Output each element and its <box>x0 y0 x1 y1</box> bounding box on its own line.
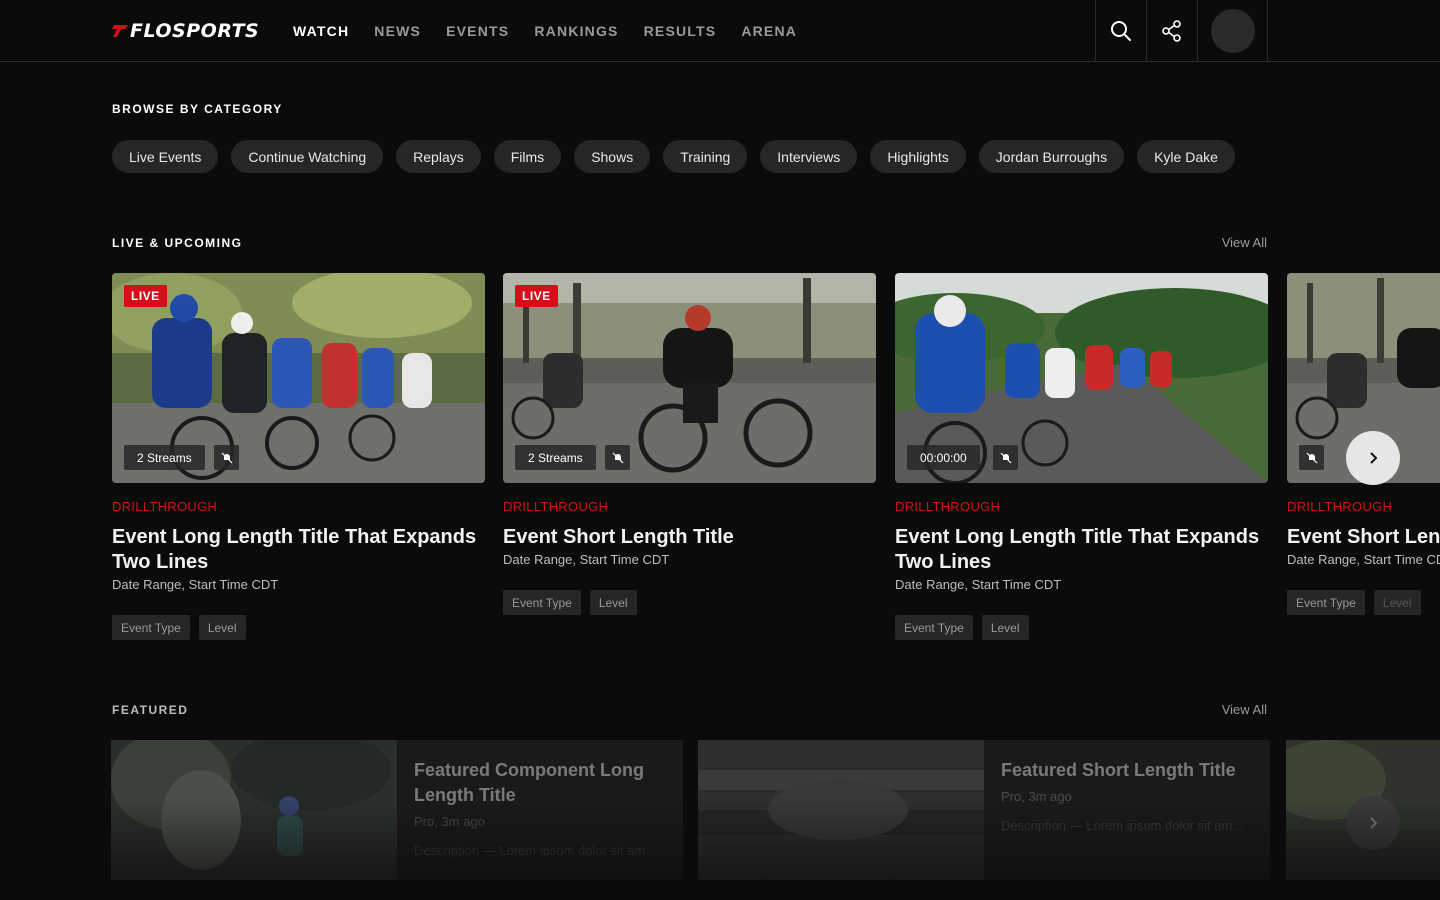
tag-event-type: Event Type <box>503 590 581 615</box>
notify-button[interactable] <box>605 445 630 470</box>
event-thumbnail[interactable]: LIVE 2 Streams <box>503 273 876 483</box>
chip-films[interactable]: Films <box>493 140 562 173</box>
event-thumbnail[interactable]: 00:00:00 <box>895 273 1268 483</box>
featured-description: Description — Lorem ipsum dolor sit am..… <box>414 843 657 858</box>
bell-off-icon <box>1000 452 1011 463</box>
top-navigation-bar: FLOSPORTS WATCH NEWS EVENTS RANKINGS RES… <box>0 0 1440 62</box>
featured-card[interactable]: Featured Short Length Title Pro, 3m ago … <box>698 740 1270 880</box>
live-badge: LIVE <box>515 285 558 307</box>
card-eyebrow: DRILLTHROUGH <box>1287 499 1393 514</box>
category-chips: Live Events Continue Watching Replays Fi… <box>112 140 1235 173</box>
featured-meta: Pro, 3m ago <box>414 814 485 829</box>
chip-replays[interactable]: Replays <box>396 140 481 173</box>
tag-event-type: Event Type <box>1287 590 1365 615</box>
share-button[interactable] <box>1146 0 1197 62</box>
event-card[interactable]: LIVE 2 Streams DRILLTHROUGH Event Short … <box>503 273 876 615</box>
event-card[interactable]: 00:00:00 DRILLTHROUGH Event Long Length … <box>895 273 1268 640</box>
nav-arena[interactable]: ARENA <box>741 23 797 39</box>
chip-live-events[interactable]: Live Events <box>112 140 219 173</box>
featured-image <box>698 740 984 880</box>
featured-card[interactable]: Featured Component Long Length Title Pro… <box>111 740 683 880</box>
featured-meta: Pro, 3m ago <box>1001 789 1072 804</box>
live-view-all-link[interactable]: View All <box>1222 235 1267 250</box>
live-badge: LIVE <box>124 285 167 307</box>
tag-level: Level <box>589 590 637 615</box>
bell-off-icon <box>221 452 232 463</box>
featured-title[interactable]: Featured Short Length Title <box>1001 758 1253 783</box>
motion-blur-image <box>698 740 984 880</box>
chip-highlights[interactable]: Highlights <box>870 140 966 173</box>
card-subtitle: Date Range, Start Time CDT <box>1287 552 1440 567</box>
card-title[interactable]: Event Long Length Title That Expands Two… <box>112 525 485 575</box>
notify-button[interactable] <box>214 445 239 470</box>
flosports-logo[interactable]: FLOSPORTS <box>112 19 259 43</box>
avatar <box>1210 9 1255 53</box>
card-title[interactable]: Event Short Length Title <box>1287 525 1440 550</box>
carousel-next-button[interactable] <box>1346 431 1400 485</box>
live-carousel: LIVE 2 Streams DRILLTHROUGH Event Long L… <box>112 273 1440 653</box>
tag-level: Level <box>1373 590 1421 615</box>
chip-continue-watching[interactable]: Continue Watching <box>231 140 384 173</box>
card-subtitle: Date Range, Start Time CDT <box>895 577 1062 592</box>
main-nav: WATCH NEWS EVENTS RANKINGS RESULTS ARENA <box>293 0 797 62</box>
event-card[interactable]: LIVE 2 Streams DRILLTHROUGH Event Long L… <box>112 273 485 640</box>
bell-off-icon <box>612 452 623 463</box>
card-tags: Event Type Level <box>895 615 1268 640</box>
chip-training[interactable]: Training <box>663 140 748 173</box>
chip-interviews[interactable]: Interviews <box>760 140 858 173</box>
search-icon <box>1111 21 1131 41</box>
nav-events[interactable]: EVENTS <box>446 23 509 39</box>
card-title[interactable]: Event Long Length Title That Expands Two… <box>895 525 1268 575</box>
timer: 00:00:00 <box>907 445 980 470</box>
flo-logo-icon <box>112 25 128 37</box>
browse-section-title: BROWSE BY CATEGORY <box>112 102 283 116</box>
nav-rankings[interactable]: RANKINGS <box>534 23 618 39</box>
chip-shows[interactable]: Shows <box>574 140 651 173</box>
share-icon <box>1162 20 1181 42</box>
event-thumbnail[interactable]: LIVE 2 Streams <box>112 273 485 483</box>
header-actions <box>1095 0 1268 62</box>
card-title[interactable]: Event Short Length Title <box>503 525 876 550</box>
card-tags: Event Type Level <box>1287 590 1440 615</box>
tag-event-type: Event Type <box>112 615 190 640</box>
featured-body: Featured Component Long Length Title Pro… <box>397 740 683 880</box>
nav-results[interactable]: RESULTS <box>644 23 717 39</box>
bell-off-icon <box>1306 452 1317 463</box>
account-button[interactable] <box>1197 0 1268 62</box>
card-subtitle: Date Range, Start Time CDT <box>503 552 670 567</box>
streams-count: 2 Streams <box>124 445 205 470</box>
card-eyebrow: DRILLTHROUGH <box>112 499 218 514</box>
live-section-title: LIVE & UPCOMING <box>112 236 243 250</box>
card-subtitle: Date Range, Start Time CDT <box>112 577 279 592</box>
featured-carousel: Featured Component Long Length Title Pro… <box>111 740 1440 900</box>
card-tags: Event Type Level <box>112 615 485 640</box>
notify-button[interactable] <box>1299 445 1324 470</box>
featured-image <box>111 740 397 880</box>
search-button[interactable] <box>1095 0 1146 62</box>
notify-button[interactable] <box>993 445 1018 470</box>
featured-section-title: FEATURED <box>112 703 189 717</box>
featured-next-button[interactable] <box>1346 796 1400 850</box>
featured-view-all-link[interactable]: View All <box>1222 702 1267 717</box>
nav-news[interactable]: NEWS <box>374 23 421 39</box>
card-eyebrow: DRILLTHROUGH <box>895 499 1001 514</box>
tag-level: Level <box>198 615 246 640</box>
cyclist-forest-image <box>111 740 397 880</box>
chevron-right-icon <box>1370 452 1378 464</box>
chevron-right-icon <box>1370 817 1378 829</box>
tag-event-type: Event Type <box>895 615 973 640</box>
logo-text: FLOSPORTS <box>130 20 260 42</box>
card-eyebrow: DRILLTHROUGH <box>503 499 609 514</box>
tag-level: Level <box>981 615 1029 640</box>
chip-jordan-burroughs[interactable]: Jordan Burroughs <box>978 140 1125 173</box>
card-tags: Event Type Level <box>503 590 876 615</box>
streams-count: 2 Streams <box>515 445 596 470</box>
featured-title[interactable]: Featured Component Long Length Title <box>414 758 666 808</box>
chip-kyle-dake[interactable]: Kyle Dake <box>1137 140 1235 173</box>
featured-body: Featured Short Length Title Pro, 3m ago … <box>984 740 1270 880</box>
featured-description: Description — Lorem ipsum dolor sit am..… <box>1001 818 1244 833</box>
nav-watch[interactable]: WATCH <box>293 23 349 39</box>
